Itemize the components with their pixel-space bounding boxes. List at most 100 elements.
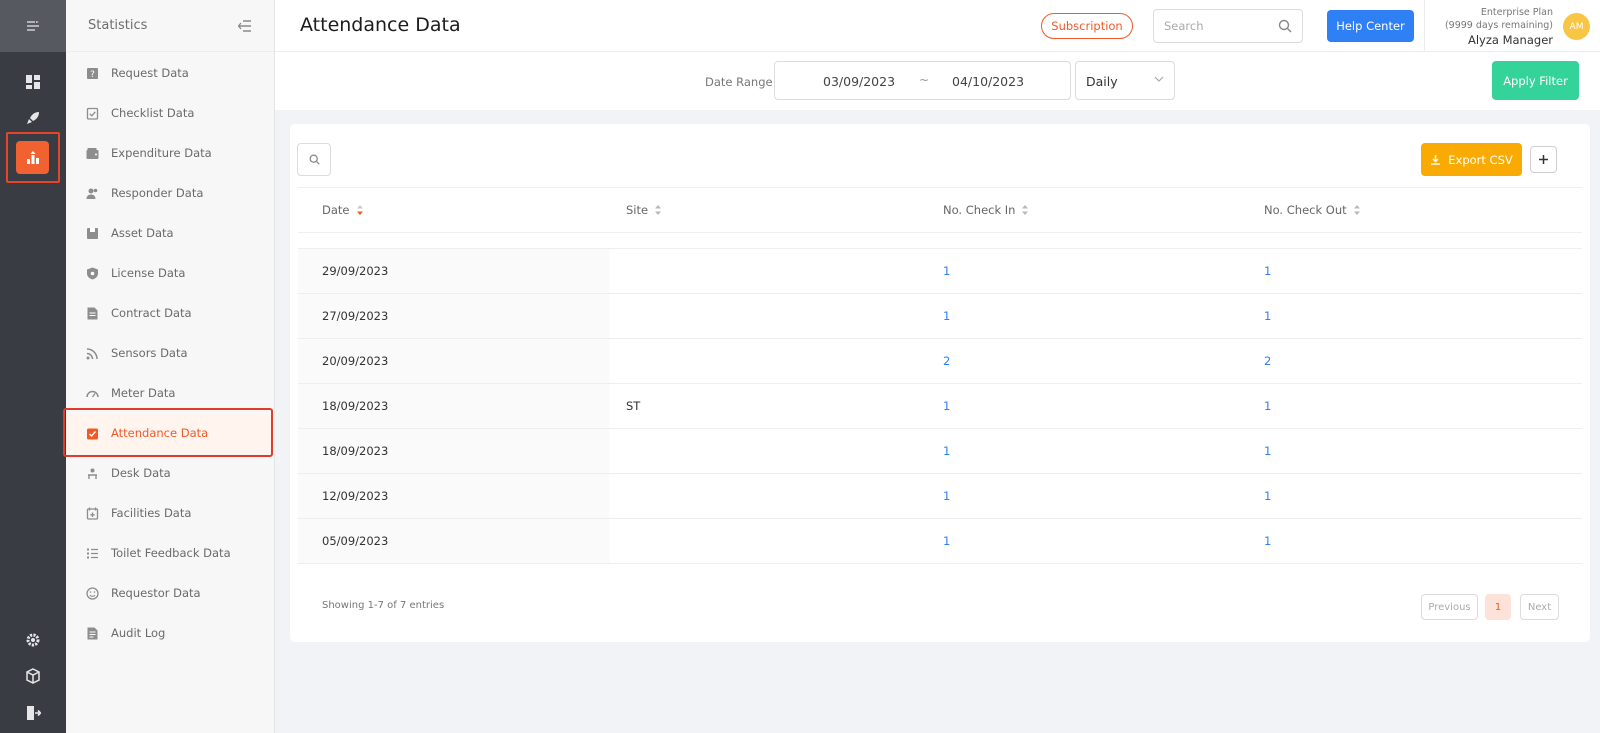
rail-statistics[interactable] bbox=[16, 141, 49, 174]
sidebar-item-expenditure-data[interactable]: Expenditure Data bbox=[66, 133, 275, 173]
period-value: Daily bbox=[1086, 74, 1118, 89]
sidebar-item-label: License Data bbox=[111, 266, 186, 280]
attendance-table-card: Export CSV Date Site No. Check In No. Ch… bbox=[290, 124, 1590, 642]
sort-desc-icon bbox=[356, 205, 363, 215]
audit-icon bbox=[86, 627, 99, 640]
cell-check-out[interactable]: 1 bbox=[1264, 399, 1271, 413]
end-date[interactable]: 04/10/2023 bbox=[952, 74, 1024, 89]
cell-check-out[interactable]: 1 bbox=[1264, 264, 1271, 278]
add-button[interactable] bbox=[1530, 146, 1557, 173]
cell-check-in[interactable]: 2 bbox=[943, 354, 950, 368]
cell-site: ST bbox=[626, 399, 641, 413]
search-icon[interactable] bbox=[1278, 19, 1292, 33]
start-date[interactable]: 03/09/2023 bbox=[823, 74, 895, 89]
cell-check-in[interactable]: 1 bbox=[943, 264, 950, 278]
rail-logout[interactable] bbox=[0, 695, 66, 731]
svg-text:?: ? bbox=[90, 70, 95, 80]
rail-box[interactable] bbox=[0, 658, 66, 694]
rail-dashboard[interactable] bbox=[0, 64, 66, 100]
sidebar-item-toilet-feedback-data[interactable]: Toilet Feedback Data bbox=[66, 533, 275, 573]
top-header: Attendance Data Subscription Help Center… bbox=[275, 0, 1600, 52]
desk-icon bbox=[86, 467, 99, 480]
sidebar-item-label: Requestor Data bbox=[111, 586, 201, 600]
rail-settings[interactable] bbox=[0, 622, 66, 658]
header-search bbox=[1153, 9, 1303, 43]
cell-check-out[interactable]: 1 bbox=[1264, 309, 1271, 323]
sidebar-header: Statistics bbox=[66, 0, 274, 52]
table-row: 18/09/2023 ST 1 1 bbox=[298, 384, 1582, 429]
table-row: 20/09/2023 2 2 bbox=[298, 339, 1582, 384]
box-icon bbox=[26, 668, 40, 684]
column-header-date[interactable]: Date bbox=[322, 203, 364, 217]
meter-icon bbox=[86, 387, 99, 400]
entries-info: Showing 1-7 of 7 entries bbox=[322, 600, 445, 611]
collapse-sidebar-icon[interactable] bbox=[238, 19, 252, 32]
sidebar-item-contract-data[interactable]: Contract Data bbox=[66, 293, 275, 333]
cell-check-in[interactable]: 1 bbox=[943, 534, 950, 548]
user-name[interactable]: Alyza Manager bbox=[1423, 33, 1553, 47]
users-icon bbox=[86, 187, 99, 200]
cell-check-in[interactable]: 1 bbox=[943, 489, 950, 503]
search-icon bbox=[309, 154, 320, 165]
filter-bar: Date Range 03/09/2023 ~ 04/10/2023 Daily… bbox=[275, 52, 1600, 110]
sidebar-item-asset-data[interactable]: Asset Data bbox=[66, 213, 275, 253]
icon-rail bbox=[0, 0, 66, 733]
plan-info: Enterprise Plan (9999 days remaining) Al… bbox=[1423, 6, 1553, 47]
sidebar-item-label: Asset Data bbox=[111, 226, 174, 240]
column-label: Date bbox=[322, 203, 350, 217]
table-search-button[interactable] bbox=[297, 143, 331, 176]
cell-check-out[interactable]: 1 bbox=[1264, 444, 1271, 458]
sidebar-item-label: Audit Log bbox=[111, 626, 166, 640]
column-header-site[interactable]: Site bbox=[626, 203, 662, 217]
sort-icon bbox=[655, 205, 662, 215]
pagination-previous[interactable]: Previous bbox=[1421, 594, 1478, 620]
sidebar-item-facilities-data[interactable]: Facilities Data bbox=[66, 493, 275, 533]
sidebar-item-checklist-data[interactable]: Checklist Data bbox=[66, 93, 275, 133]
sidebar-item-meter-data[interactable]: Meter Data bbox=[66, 373, 275, 413]
sidebar-item-desk-data[interactable]: Desk Data bbox=[66, 453, 275, 493]
subscription-button[interactable]: Subscription bbox=[1041, 13, 1133, 39]
rail-menu-toggle[interactable] bbox=[0, 0, 66, 52]
cell-check-out[interactable]: 1 bbox=[1264, 489, 1271, 503]
sidebar-item-label: Responder Data bbox=[111, 186, 204, 200]
table-row: 18/09/2023 1 1 bbox=[298, 429, 1582, 474]
cell-date: 27/09/2023 bbox=[322, 309, 389, 323]
download-icon bbox=[1431, 155, 1441, 165]
table-header: Date Site No. Check In No. Check Out bbox=[298, 187, 1582, 233]
avatar[interactable]: AM bbox=[1563, 13, 1590, 40]
rocket-icon bbox=[27, 112, 39, 124]
search-input[interactable] bbox=[1164, 10, 1274, 42]
export-csv-label: Export CSV bbox=[1448, 152, 1513, 167]
menu-icon bbox=[27, 21, 39, 31]
date-range-picker[interactable]: 03/09/2023 ~ 04/10/2023 bbox=[774, 61, 1071, 100]
sidebar-item-request-data[interactable]: ? Request Data bbox=[66, 53, 275, 93]
pagination-page-current[interactable]: 1 bbox=[1485, 594, 1511, 620]
rail-rocket[interactable] bbox=[0, 100, 66, 136]
pagination-next[interactable]: Next bbox=[1520, 594, 1559, 620]
plan-name: Enterprise Plan bbox=[1480, 7, 1553, 18]
column-header-check-out[interactable]: No. Check Out bbox=[1264, 203, 1361, 217]
cell-check-out[interactable]: 2 bbox=[1264, 354, 1271, 368]
cell-check-in[interactable]: 1 bbox=[943, 309, 950, 323]
sidebar-item-responder-data[interactable]: Responder Data bbox=[66, 173, 275, 213]
sidebar-item-audit-log[interactable]: Audit Log bbox=[66, 613, 275, 653]
plan-remaining: (9999 days remaining) bbox=[1444, 20, 1553, 31]
smile-icon bbox=[86, 586, 99, 600]
date-range-label: Date Range bbox=[705, 75, 773, 89]
sidebar-item-license-data[interactable]: License Data bbox=[66, 253, 275, 293]
sidebar-item-label: Facilities Data bbox=[111, 506, 192, 520]
help-center-button[interactable]: Help Center bbox=[1327, 10, 1414, 42]
apply-filter-button[interactable]: Apply Filter bbox=[1492, 61, 1579, 100]
column-header-check-in[interactable]: No. Check In bbox=[943, 203, 1029, 217]
sensor-icon bbox=[86, 347, 99, 360]
period-select[interactable]: Daily bbox=[1075, 61, 1175, 100]
sidebar-item-label: Meter Data bbox=[111, 386, 176, 400]
export-csv-button[interactable]: Export CSV bbox=[1421, 143, 1522, 176]
sort-icon bbox=[1353, 205, 1360, 215]
cell-check-out[interactable]: 1 bbox=[1264, 534, 1271, 548]
sidebar-item-requestor-data[interactable]: Requestor Data bbox=[66, 573, 275, 613]
cell-check-in[interactable]: 1 bbox=[943, 399, 950, 413]
cell-date: 18/09/2023 bbox=[322, 444, 389, 458]
sidebar-item-sensors-data[interactable]: Sensors Data bbox=[66, 333, 275, 373]
cell-check-in[interactable]: 1 bbox=[943, 444, 950, 458]
